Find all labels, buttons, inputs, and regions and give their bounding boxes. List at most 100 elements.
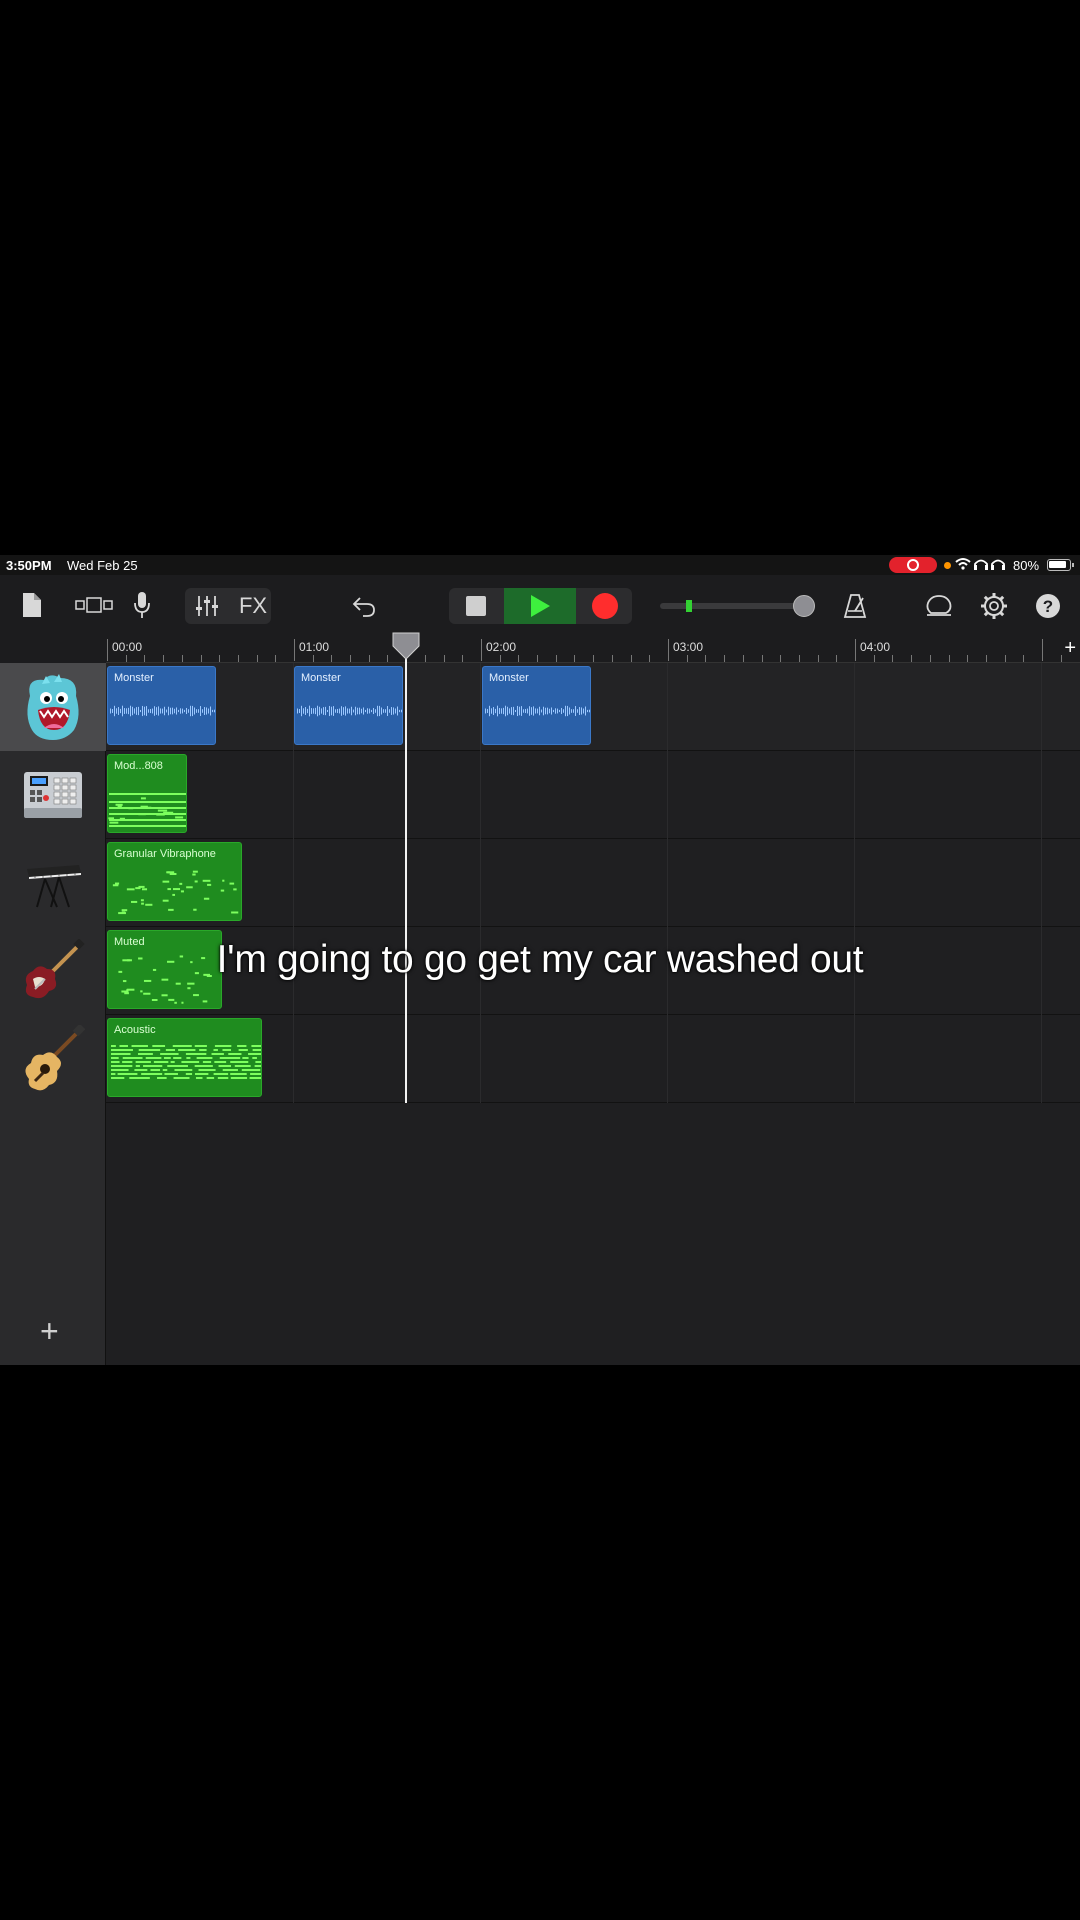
ruler-tick xyxy=(257,655,258,662)
level-meter xyxy=(686,600,692,612)
add-section-icon[interactable]: + xyxy=(1064,637,1076,660)
midi-region[interactable]: Mod...808 xyxy=(107,754,187,833)
audio-region[interactable]: Monster xyxy=(107,666,216,745)
ruler-tick xyxy=(387,655,388,662)
ruler-tick xyxy=(537,655,538,662)
track-header-drum-machine[interactable] xyxy=(0,751,106,839)
ruler-tick xyxy=(743,655,744,662)
track-lane[interactable] xyxy=(106,663,1080,751)
track-header-keyboard[interactable] xyxy=(0,839,106,927)
master-volume-slider[interactable] xyxy=(660,603,800,609)
ruler-tick xyxy=(126,655,127,662)
battery-icon xyxy=(1047,559,1074,571)
add-track-button[interactable]: + xyxy=(40,1313,59,1350)
playhead-handle-icon[interactable] xyxy=(392,632,420,660)
ruler-major-tick xyxy=(107,639,108,661)
loop-icon[interactable] xyxy=(923,590,955,622)
microphone-icon[interactable] xyxy=(130,589,154,621)
status-time: 3:50PM xyxy=(6,558,52,573)
view-toggle-icon[interactable] xyxy=(74,591,116,619)
status-bar: 3:50PM Wed Feb 25 80% xyxy=(0,555,1080,575)
master-volume-knob[interactable] xyxy=(793,595,815,617)
play-icon xyxy=(531,595,550,617)
track-header-monster[interactable] xyxy=(0,663,106,751)
ruler-tick xyxy=(163,655,164,662)
ruler-tick xyxy=(631,655,632,662)
stop-button[interactable] xyxy=(451,588,501,624)
ruler-tick xyxy=(556,655,557,662)
status-date: Wed Feb 25 xyxy=(67,558,138,573)
metronome-icon[interactable] xyxy=(840,590,870,622)
screen-recording-indicator[interactable] xyxy=(889,557,937,573)
document-icon[interactable] xyxy=(18,588,46,622)
ruler-tick xyxy=(818,655,819,662)
svg-text:?: ? xyxy=(1043,597,1053,616)
region-name: Acoustic xyxy=(114,1024,156,1036)
ruler-tick xyxy=(574,655,575,662)
ruler-tick xyxy=(500,655,501,662)
audio-region[interactable]: Monster xyxy=(482,666,591,745)
ruler-tick xyxy=(762,655,763,662)
ruler-tick xyxy=(799,655,800,662)
timeline-ruler[interactable]: 00:00 01:00 02:00 03:00 04:00 + xyxy=(106,637,1080,663)
audio-region[interactable]: Monster xyxy=(294,666,403,745)
ruler-label: 04:00 xyxy=(860,640,891,654)
ruler-tick xyxy=(369,655,370,662)
undo-icon[interactable] xyxy=(350,591,378,621)
region-name: Monster xyxy=(489,672,529,684)
ruler-tick xyxy=(612,655,613,662)
fx-label: FX xyxy=(238,593,268,618)
ruler-tick xyxy=(967,655,968,662)
microphone-in-use-dot xyxy=(944,562,951,569)
mixer-icon[interactable] xyxy=(192,591,222,621)
track-header-acoustic[interactable] xyxy=(0,1015,106,1103)
ruler-tick xyxy=(930,655,931,662)
ruler-label: 03:00 xyxy=(673,640,704,654)
grid-line xyxy=(1041,663,1042,1103)
ruler-tick xyxy=(986,655,987,662)
toolbar: FX ? xyxy=(0,575,1080,637)
midi-region[interactable]: Granular Vibraphone xyxy=(107,842,242,921)
ruler-tick xyxy=(238,655,239,662)
record-icon xyxy=(592,593,618,619)
track-lane[interactable] xyxy=(106,839,1080,927)
ruler-tick xyxy=(1023,655,1024,662)
ruler-tick xyxy=(144,655,145,662)
grid-line xyxy=(667,663,668,1103)
region-name: Monster xyxy=(114,672,154,684)
ruler-tick xyxy=(687,655,688,662)
ruler-tick xyxy=(350,655,351,662)
ruler-major-tick xyxy=(668,639,669,661)
midi-region[interactable]: Acoustic xyxy=(107,1018,262,1097)
region-name: Mod...808 xyxy=(114,760,163,772)
ruler-tick xyxy=(518,655,519,662)
track-lane[interactable] xyxy=(106,751,1080,839)
track-headers: + xyxy=(0,663,106,1365)
ruler-label: 02:00 xyxy=(486,640,517,654)
help-icon[interactable]: ? xyxy=(1033,590,1063,622)
play-button[interactable] xyxy=(504,588,576,624)
fx-button[interactable]: FX xyxy=(236,591,270,621)
wifi-icon xyxy=(955,558,1005,570)
battery-percent: 80% xyxy=(1013,558,1040,573)
ruler-tick xyxy=(425,655,426,662)
ruler-tick xyxy=(313,655,314,662)
ruler-major-tick xyxy=(1042,639,1043,661)
record-button[interactable] xyxy=(580,588,630,624)
ruler-tick xyxy=(705,655,706,662)
ruler-tick xyxy=(201,655,202,662)
ruler-tick xyxy=(874,655,875,662)
ruler-tick xyxy=(219,655,220,662)
wifi-headphones-icons xyxy=(955,557,1009,574)
ruler-tick xyxy=(275,655,276,662)
ruler-major-tick xyxy=(855,639,856,661)
ruler-tick xyxy=(836,655,837,662)
playhead[interactable] xyxy=(405,637,407,1103)
stop-icon xyxy=(466,596,486,616)
ruler-tick xyxy=(911,655,912,662)
acoustic-guitar-icon xyxy=(25,1025,85,1091)
settings-icon[interactable] xyxy=(978,590,1010,622)
monster-vocal-icon xyxy=(27,674,79,740)
keyboard-icon xyxy=(27,865,81,908)
drum-machine-icon xyxy=(24,772,82,818)
